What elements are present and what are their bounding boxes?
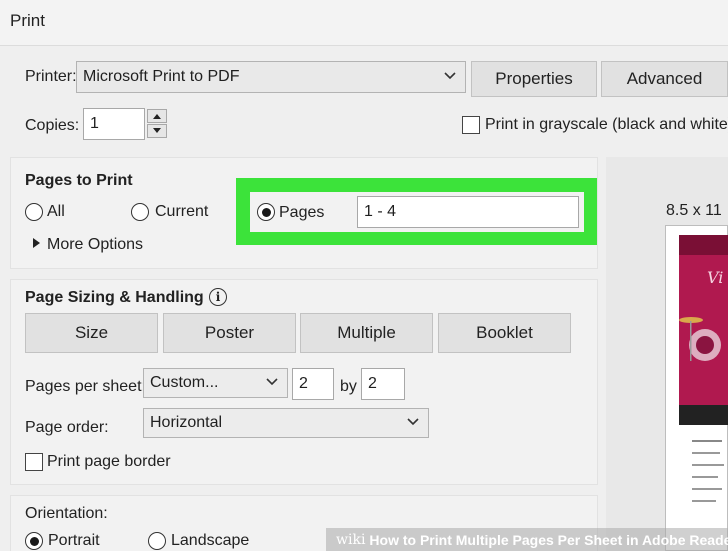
preview-poster-image: Vi bbox=[679, 235, 728, 425]
radio-selected-dot bbox=[29, 536, 39, 546]
copies-label: Copies: bbox=[25, 117, 80, 134]
preview-text-line bbox=[692, 452, 720, 454]
printer-label: Printer: bbox=[25, 68, 77, 85]
tab-multiple[interactable]: Multiple bbox=[300, 313, 433, 353]
watermark-bar: wiki How to Print Multiple Pages Per She… bbox=[326, 528, 728, 551]
page-order-value: Horizontal bbox=[150, 414, 223, 431]
copies-increment-button[interactable] bbox=[147, 109, 167, 123]
chevron-down-icon bbox=[265, 374, 279, 388]
pages-label: Pages bbox=[279, 204, 325, 221]
paper-size-label: 8.5 x 11 bbox=[666, 202, 722, 219]
landscape-radio[interactable] bbox=[148, 532, 166, 550]
preview-text-line bbox=[692, 488, 722, 490]
preview-text-line bbox=[692, 500, 716, 502]
wiki-logo: wiki bbox=[336, 531, 366, 548]
pages-per-sheet-select[interactable]: Custom... bbox=[143, 368, 288, 398]
window-title: Print bbox=[10, 11, 45, 30]
chevron-up-icon bbox=[153, 114, 161, 119]
grayscale-checkbox[interactable] bbox=[462, 116, 480, 134]
tab-booklet[interactable]: Booklet bbox=[438, 313, 571, 353]
copies-input[interactable]: 1 bbox=[83, 108, 145, 140]
svg-text:Vi: Vi bbox=[707, 268, 723, 287]
more-options-link[interactable]: More Options bbox=[47, 236, 143, 254]
preview-text-line bbox=[692, 476, 718, 478]
pages-per-sheet-label: Pages per sheet: bbox=[25, 378, 146, 395]
title-bar bbox=[0, 0, 728, 46]
portrait-radio[interactable] bbox=[25, 532, 43, 550]
all-radio[interactable] bbox=[25, 203, 43, 221]
page-order-label: Page order: bbox=[25, 419, 109, 436]
grayscale-label: Print in grayscale (black and white) bbox=[485, 116, 728, 133]
columns-input[interactable]: 2 bbox=[292, 368, 334, 400]
page-order-select[interactable]: Horizontal bbox=[143, 408, 429, 438]
pages-to-print-title: Pages to Print bbox=[25, 172, 133, 189]
printer-select-value: Microsoft Print to PDF bbox=[83, 68, 240, 85]
landscape-label: Landscape bbox=[171, 532, 250, 549]
advanced-button[interactable]: Advanced bbox=[601, 61, 728, 97]
pages-range-input[interactable]: 1 - 4 bbox=[357, 196, 579, 228]
preview-text-line bbox=[692, 440, 722, 442]
tab-size[interactable]: Size bbox=[25, 313, 158, 353]
copies-decrement-button[interactable] bbox=[147, 124, 167, 138]
printer-select[interactable]: Microsoft Print to PDF bbox=[76, 61, 466, 93]
drum-kit-icon: Vi bbox=[679, 235, 728, 425]
by-label: by bbox=[340, 378, 357, 395]
rows-input[interactable]: 2 bbox=[361, 368, 405, 400]
info-icon[interactable]: i bbox=[209, 288, 227, 306]
chevron-down-icon bbox=[443, 68, 457, 82]
current-label: Current bbox=[155, 203, 209, 220]
radio-selected-dot bbox=[261, 207, 271, 217]
chevron-down-icon bbox=[153, 128, 161, 133]
portrait-label: Portrait bbox=[48, 532, 100, 549]
print-border-label: Print page border bbox=[47, 453, 171, 470]
print-border-checkbox[interactable] bbox=[25, 453, 43, 471]
orientation-title: Orientation: bbox=[25, 505, 108, 522]
watermark-text: How to Print Multiple Pages Per Sheet in… bbox=[369, 531, 728, 548]
chevron-down-icon bbox=[406, 414, 420, 428]
pages-radio[interactable] bbox=[257, 203, 275, 221]
page-sizing-title: Page Sizing & Handling bbox=[25, 289, 204, 306]
current-radio[interactable] bbox=[131, 203, 149, 221]
pages-per-sheet-value: Custom... bbox=[150, 374, 219, 391]
preview-text-line bbox=[692, 464, 724, 466]
properties-button[interactable]: Properties bbox=[471, 61, 597, 97]
expand-arrow-icon[interactable] bbox=[33, 238, 40, 248]
all-label: All bbox=[47, 203, 65, 220]
tab-poster[interactable]: Poster bbox=[163, 313, 296, 353]
